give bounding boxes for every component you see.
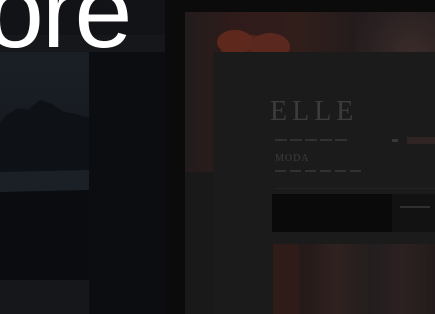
- landscape-photo[interactable]: [0, 52, 89, 280]
- panel-gutter: [89, 52, 165, 314]
- hero-wordmark: ore: [0, 0, 132, 70]
- dim-overlay: [185, 12, 435, 314]
